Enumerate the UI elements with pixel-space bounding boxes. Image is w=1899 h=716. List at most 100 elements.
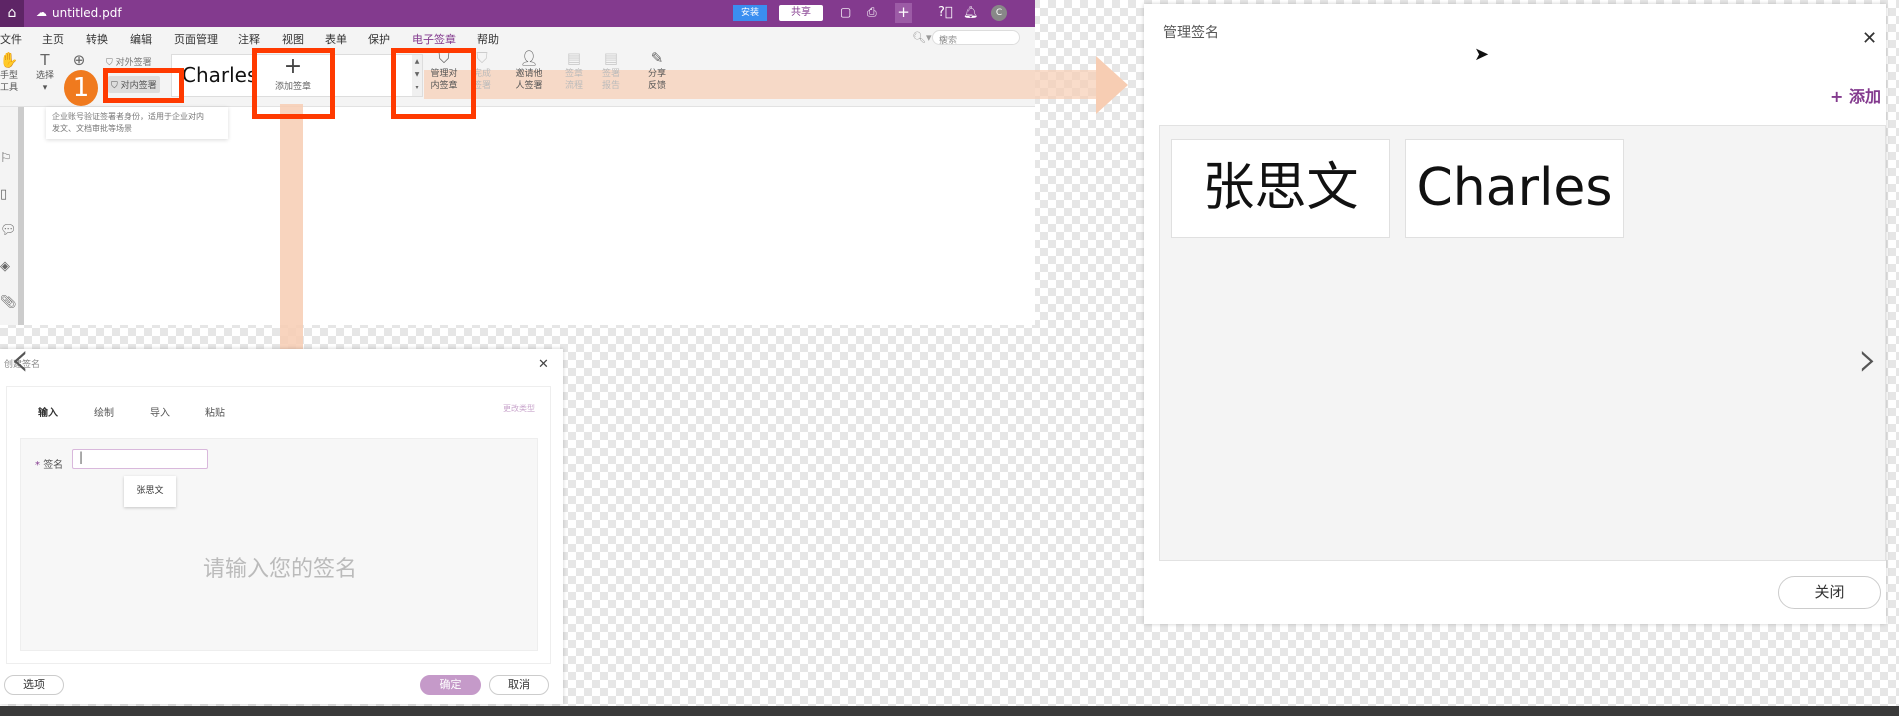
label: 流程 (564, 81, 583, 91)
signature-card[interactable]: 张思文 (1171, 139, 1390, 238)
highlight-add-seal (252, 48, 335, 119)
menu-bar: 文件 主页 转换 编辑 页面管理 注释 视图 表单 保护 电子签章 帮助 🔍︎▾… (0, 27, 1035, 48)
signature-item[interactable]: Charles (182, 63, 257, 87)
menu-view[interactable]: 视图 (282, 31, 304, 47)
zoom-in-button[interactable]: ⊕ (62, 50, 96, 70)
feedback-icon: ✎ (650, 49, 664, 67)
chevron-down-icon: ▾ (42, 83, 48, 93)
close-icon[interactable]: ✕ (1862, 28, 1877, 49)
layers-icon[interactable]: ◈ (0, 259, 10, 274)
suggestion-item[interactable]: 张思文 (124, 476, 176, 507)
add-signature-button[interactable]: + 添加 (1830, 83, 1881, 107)
menu-protect[interactable]: 保护 (368, 31, 390, 47)
menu-convert[interactable]: 转换 (86, 31, 108, 47)
tab-input[interactable]: 输入 (38, 404, 58, 419)
text-cursor-icon: T (40, 51, 50, 69)
invite-sign-button[interactable]: 👤︎ 邀请他人签署 (512, 48, 546, 92)
document-icon: ▤ (566, 49, 582, 67)
seal-flow-button[interactable]: ▤ 签章流程 (557, 48, 591, 92)
dialog-title: 管理签名 (1163, 25, 1219, 41)
cloud-icon: ☁ (36, 6, 47, 19)
tab-draw[interactable]: 绘制 (94, 404, 114, 419)
input-area: * 签名 | 张思文 请输入您的签名 (20, 438, 538, 651)
page-icon[interactable]: ▯ (0, 187, 7, 202)
previous-arrow-icon[interactable]: ‹ (10, 330, 30, 388)
label: 邀请他 (515, 69, 543, 79)
signature-input[interactable]: | (72, 449, 208, 469)
person-icon: 👤︎ (519, 49, 539, 67)
help-icon[interactable]: ?⃝ (938, 5, 953, 20)
highlight-manage-seal (391, 48, 476, 119)
bookmark-icon[interactable]: ⚐ (0, 151, 12, 166)
sign-report-button[interactable]: ▤ 签署报告 (594, 48, 628, 92)
signature-panel: 输入 绘制 导入 粘贴 更改类型 * 签名 | 张思文 请输入您的签名 (6, 386, 551, 664)
menu-esign[interactable]: 电子签章 (412, 31, 456, 47)
manage-signature-dialog: 管理签名 ✕ + 添加 张思文 Charles 关闭 (1144, 4, 1886, 624)
attachment-icon[interactable]: 📎︎ (0, 295, 17, 310)
cancel-button[interactable]: 取消 (489, 675, 549, 695)
step-badge: 1 (64, 70, 98, 106)
left-sidebar: ⚐ ▯ 💬︎ ◈ 📎︎ (0, 107, 24, 325)
signature-card[interactable]: Charles (1405, 139, 1624, 238)
close-icon[interactable]: ✕ (538, 357, 549, 372)
menu-page[interactable]: 页面管理 (174, 31, 218, 47)
menu-annotate[interactable]: 注释 (238, 31, 260, 47)
confirm-button[interactable]: 确定 (420, 675, 481, 695)
tab-paste[interactable]: 粘贴 (205, 404, 225, 419)
save-icon[interactable]: ▢ (840, 5, 851, 19)
seal-icon: ⛉ (106, 58, 116, 68)
label: 手型 (0, 71, 18, 81)
label: 人签署 (515, 81, 543, 91)
hand-icon: ✋ (0, 51, 19, 69)
title-bar: ⌂ ☁ untitled.pdf 安装 共享 ▢ ⎙ + ?⃝ 🔔︎ C (0, 0, 1035, 27)
arrow-down-guide (280, 104, 303, 368)
tooltip: 企业账号验证签署者身份，适用于企业对内 发文、文档审批等场景 (46, 107, 228, 139)
select-tool-button[interactable]: T 选择 ▾ (28, 50, 62, 94)
print-icon[interactable]: ⎙ (867, 5, 877, 20)
home-icon[interactable]: ⌂ (0, 0, 24, 27)
label: 反馈 (647, 81, 666, 91)
report-icon: ▤ (603, 49, 619, 67)
zoom-icon[interactable]: 🔍︎▾ (912, 31, 932, 44)
highlight-internal-sign (103, 68, 184, 103)
tooltip-line: 发文、文档审批等场景 (52, 124, 132, 133)
share-button[interactable]: 共享 (779, 5, 823, 21)
search-input[interactable]: ⚲ 搜索 (932, 30, 1020, 46)
signature-list: 张思文 Charles (1159, 125, 1886, 561)
label: 对外签署 (115, 58, 152, 68)
hand-tool-button[interactable]: ✋ 手型工具 (0, 50, 26, 94)
label: 报告 (601, 81, 620, 91)
label: 工具 (0, 83, 18, 93)
comment-icon[interactable]: 💬︎ (0, 223, 17, 238)
pdf-editor-window: ⌂ ☁ untitled.pdf 安装 共享 ▢ ⎙ + ?⃝ 🔔︎ C 文件 … (0, 0, 1035, 325)
tooltip-line: 企业账号验证签署者身份，适用于企业对内 (52, 112, 204, 121)
menu-form[interactable]: 表单 (325, 31, 347, 47)
close-button[interactable]: 关闭 (1778, 576, 1881, 609)
avatar[interactable]: C (991, 5, 1007, 21)
feedback-button[interactable]: ✎ 分享反馈 (640, 48, 674, 92)
file-name: untitled.pdf (52, 6, 122, 20)
menu-help[interactable]: 帮助 (477, 31, 499, 47)
menu-file[interactable]: 文件 (0, 31, 22, 47)
label: 分享 (647, 69, 666, 79)
signature-placeholder: 请输入您的签名 (202, 557, 357, 582)
install-button[interactable]: 安装 (733, 5, 767, 21)
add-icon[interactable]: + (895, 3, 912, 23)
tab-import[interactable]: 导入 (150, 404, 170, 419)
plus-circle-icon: ⊕ (72, 51, 86, 69)
external-sign-button[interactable]: ⛉ 对外签署 (106, 55, 152, 68)
arrow-right-head (1096, 56, 1128, 114)
label: 选择 (35, 71, 54, 81)
signature-field-label: * 签名 (35, 460, 64, 471)
label: 签章 (564, 69, 583, 79)
mouse-cursor-icon: ➤ (1474, 44, 1490, 65)
next-arrow-icon[interactable]: › (1858, 330, 1878, 388)
bottom-bar (0, 706, 1899, 716)
change-type-link[interactable]: 更改类型 (503, 403, 535, 414)
menu-edit[interactable]: 编辑 (130, 31, 152, 47)
menu-home[interactable]: 主页 (42, 31, 64, 47)
label: 签署 (601, 69, 620, 79)
bell-icon[interactable]: 🔔︎ (963, 5, 978, 19)
search-placeholder: 搜索 (939, 36, 958, 46)
options-button[interactable]: 选项 (4, 675, 64, 695)
